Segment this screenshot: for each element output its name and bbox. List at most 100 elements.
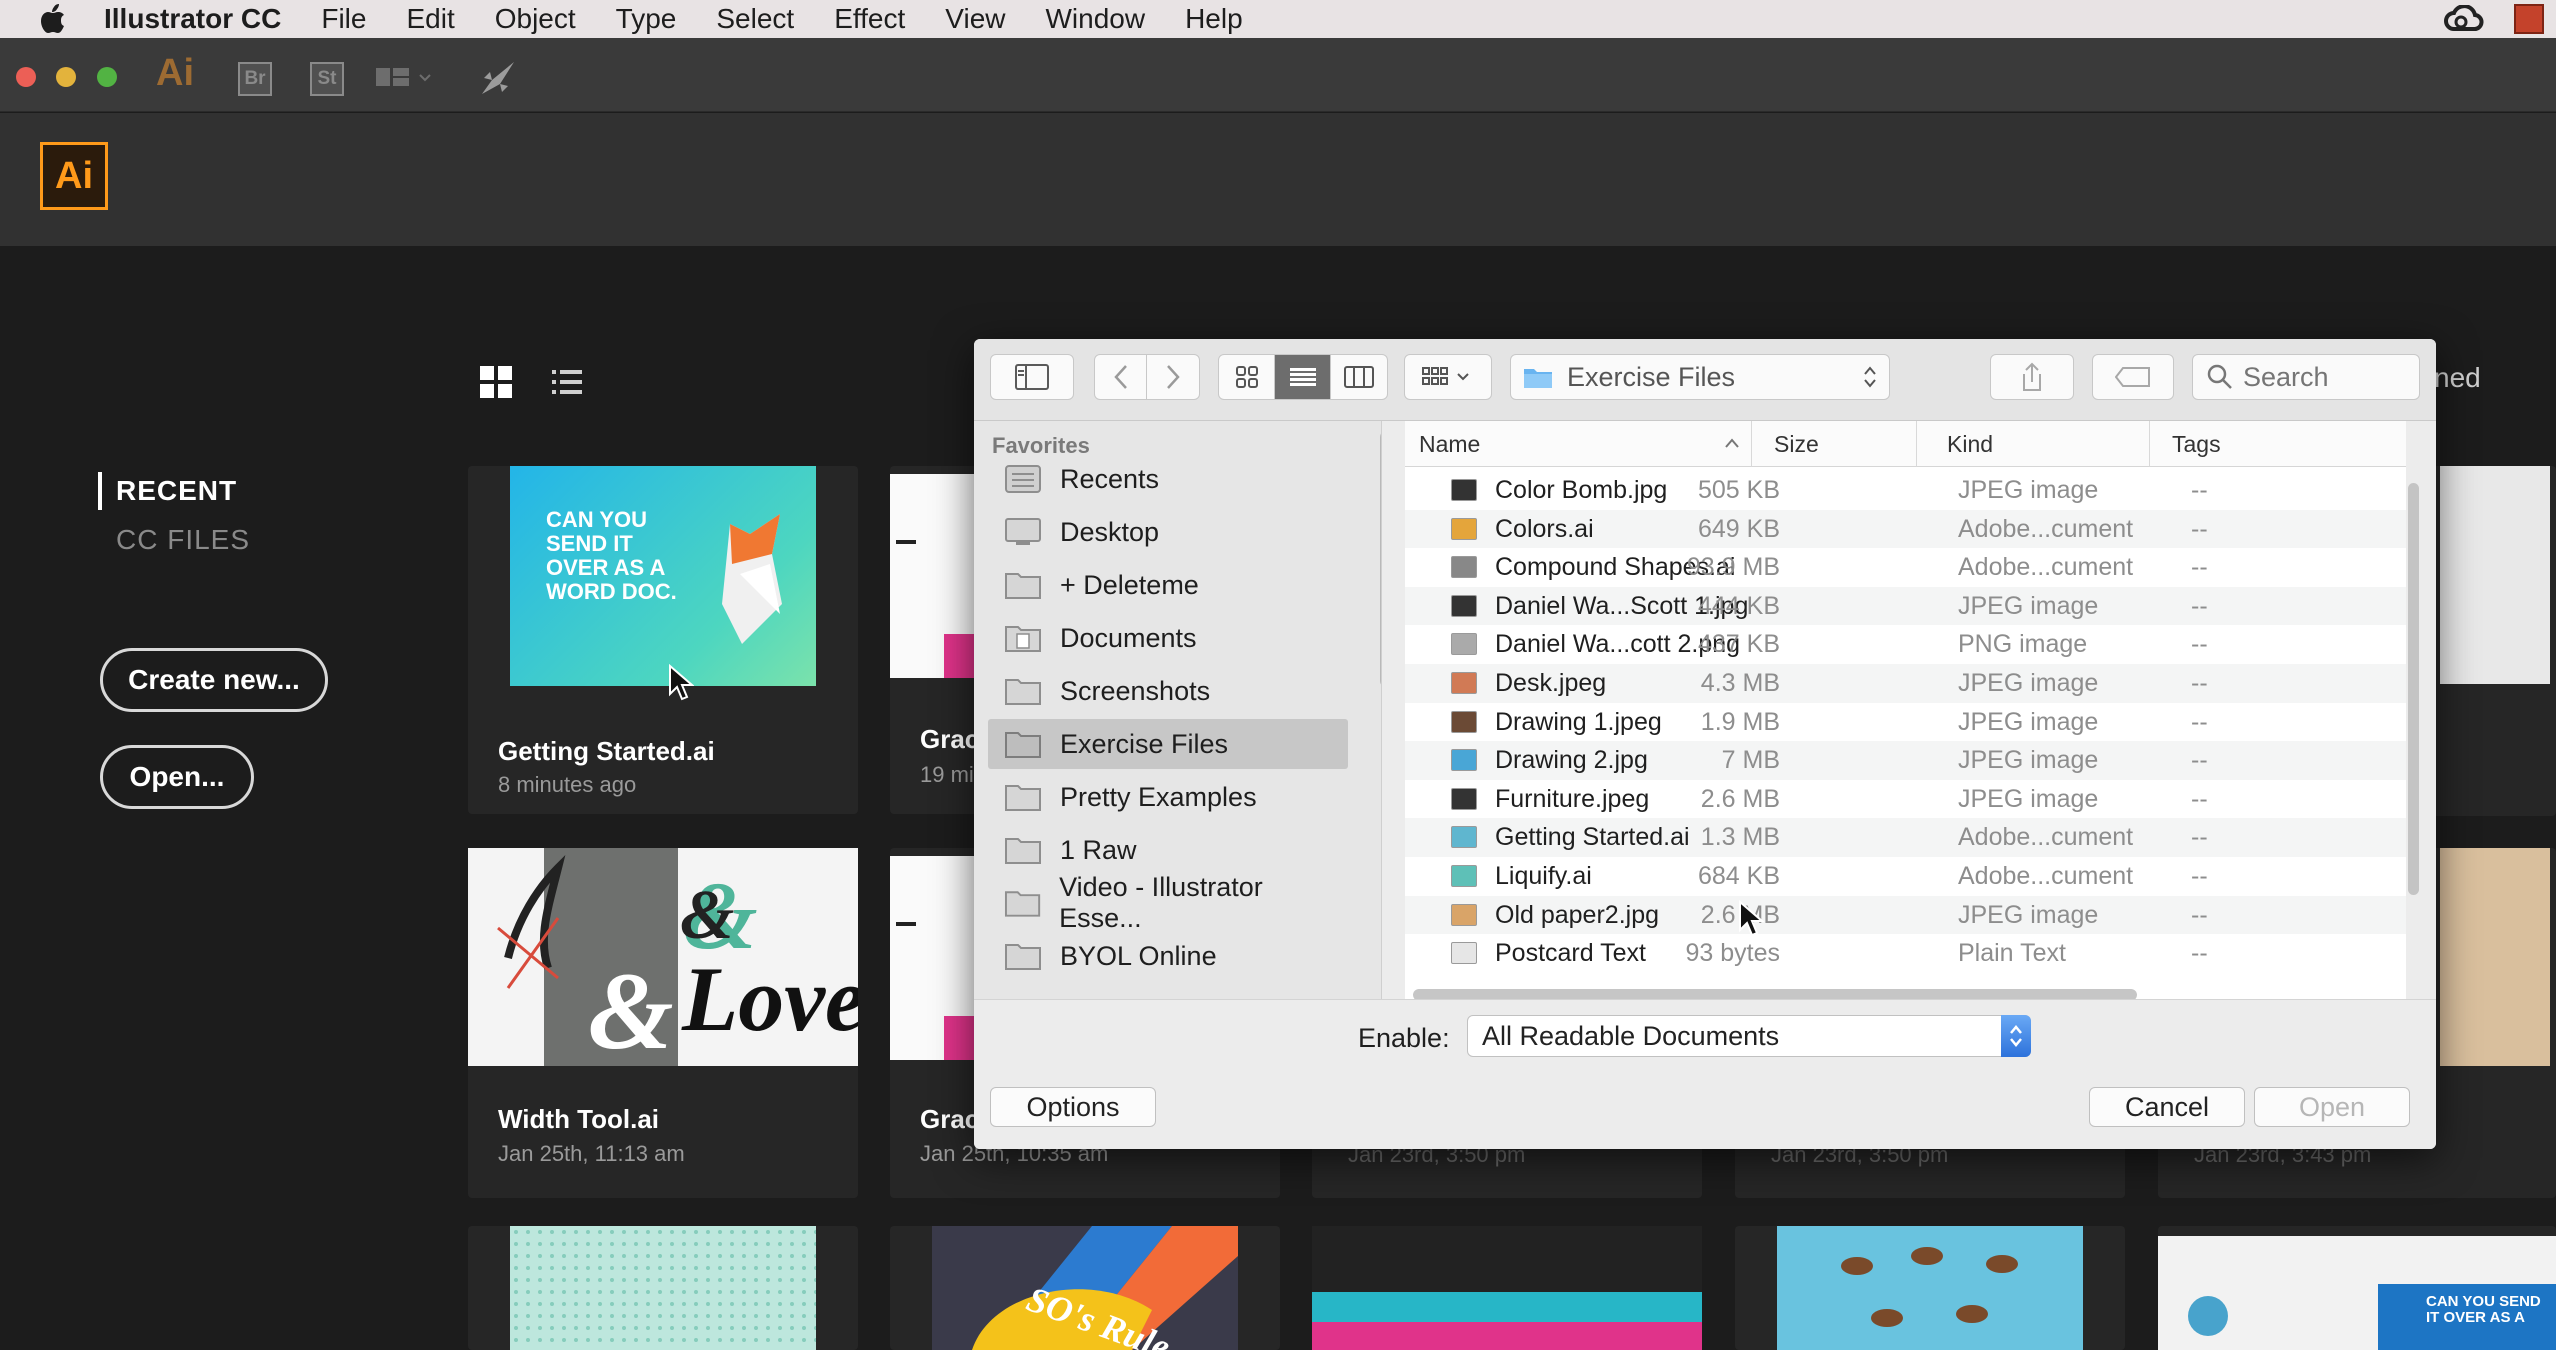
sidebar-item-recents[interactable]: Recents <box>992 454 1346 504</box>
file-size: 1.9 MB <box>1700 707 1780 736</box>
file-row[interactable]: Getting Started.ai 1.3 MB Adobe...cument -- <box>1405 818 2406 857</box>
file-list: Name Size Kind Tags Color Bomb.jpg 505 KB… <box>1405 421 2406 999</box>
sidebar-item-exercise-files[interactable]: Exercise Files <box>988 719 1348 769</box>
file-row[interactable]: Postcard Text 93 bytes Plain Text -- <box>1405 934 2406 973</box>
close-window-button[interactable] <box>16 67 36 87</box>
back-button[interactable] <box>1095 355 1147 399</box>
menu-view[interactable]: View <box>945 0 1005 38</box>
column-view-button[interactable] <box>1331 355 1387 399</box>
file-tags: -- <box>2191 553 2208 582</box>
column-header-name[interactable]: Name <box>1405 421 1752 467</box>
file-row[interactable]: Drawing 1.jpeg 1.9 MB JPEG image -- <box>1405 703 2406 742</box>
file-row[interactable]: Furniture.jpeg 2.6 MB JPEG image -- <box>1405 780 2406 819</box>
file-thumbnail: CAN YOU SEND IT OVER AS A WORD DOC. <box>510 466 816 686</box>
share-button[interactable] <box>1990 354 2074 400</box>
sidebar-scrollbar[interactable] <box>1380 431 1381 687</box>
recent-file-card[interactable]: & & & Love Width Tool.ai Jan 25th, 11:13… <box>468 848 858 1198</box>
horizontal-scrollbar[interactable] <box>1413 989 2137 999</box>
card-title: Width Tool.ai <box>498 1104 660 1134</box>
bridge-button[interactable]: Br <box>238 62 272 96</box>
sidebar-item-documents[interactable]: Documents <box>992 613 1346 663</box>
location-popup[interactable]: Exercise Files <box>1510 354 1890 400</box>
creative-cloud-icon[interactable] <box>2444 4 2484 33</box>
file-thumbnail: CAN YOU SEND IT OVER AS A <box>2158 1236 2556 1350</box>
sidebar-item-screenshots[interactable]: Screenshots <box>992 666 1346 716</box>
file-name: Furniture.jpeg <box>1495 784 1650 813</box>
menu-window[interactable]: Window <box>1045 0 1145 38</box>
menu-select[interactable]: Select <box>716 0 794 38</box>
file-row[interactable]: Daniel Wa...cott 2.png 437 KB PNG image -- <box>1405 625 2406 664</box>
file-row[interactable]: Compound Shapes.ai 93.9 MB Adobe...cument -… <box>1405 548 2406 587</box>
file-thumbnail <box>2440 848 2550 1066</box>
sidebar-item-pretty-examples[interactable]: Pretty Examples <box>992 772 1346 822</box>
file-row[interactable]: Color Bomb.jpg 505 KB JPEG image -- <box>1405 471 2406 510</box>
svg-text:&: & <box>680 877 734 954</box>
file-name: Liquify.ai <box>1495 862 1592 890</box>
thumbnail-text: Love <box>682 948 858 1050</box>
forward-button[interactable] <box>1147 355 1199 399</box>
zoom-window-button[interactable] <box>97 67 117 87</box>
group-by-button[interactable] <box>1404 354 1492 400</box>
gpu-performance-icon[interactable] <box>478 60 518 101</box>
cancel-button[interactable]: Cancel <box>2089 1087 2245 1127</box>
sidebar-item-label: + Deleteme <box>1060 569 1199 600</box>
file-tags: -- <box>2191 823 2208 852</box>
file-name: Colors.ai <box>1495 514 1594 543</box>
nav-recent[interactable]: RECENT <box>98 472 338 510</box>
file-tags: -- <box>2191 784 2208 813</box>
sidebar-item-byol-online[interactable]: BYOL Online <box>992 931 1346 981</box>
open-file-button[interactable]: Open <box>2254 1087 2410 1127</box>
search-field[interactable] <box>2192 354 2420 400</box>
file-row[interactable]: Liquify.ai 684 KB Adobe...cument -- <box>1405 857 2406 896</box>
recent-file-card[interactable]: SO's Rule <box>890 1226 1280 1350</box>
file-thumbnail: & & & Love <box>468 848 858 1066</box>
sidebar-toggle-button[interactable] <box>990 354 1074 400</box>
recent-file-card[interactable] <box>468 1226 858 1350</box>
apple-menu-icon[interactable] <box>36 2 70 36</box>
file-row[interactable]: Drawing 2.jpg 7 MB JPEG image -- <box>1405 741 2406 780</box>
sidebar-item-deleteme[interactable]: + Deleteme <box>992 560 1346 610</box>
create-new-button[interactable]: Create new... <box>100 648 328 712</box>
file-row[interactable]: Daniel Wa...Scott 1.jpg 444 KB JPEG image -… <box>1405 586 2406 626</box>
menu-effect[interactable]: Effect <box>834 0 905 38</box>
sidebar-item-video[interactable]: Video - Illustrator Esse... <box>992 872 1346 933</box>
file-row[interactable]: Desk.jpeg 4.3 MB JPEG image -- <box>1405 664 2406 703</box>
tags-button[interactable] <box>2092 354 2174 400</box>
arrange-documents-icon[interactable] <box>376 66 438 95</box>
file-row[interactable]: Colors.ai 649 KB Adobe...cument -- <box>1405 509 2406 549</box>
search-input[interactable] <box>2243 361 2403 393</box>
menu-type[interactable]: Type <box>616 0 677 38</box>
recent-file-card[interactable] <box>1735 1226 2125 1350</box>
column-header-kind[interactable]: Kind <box>1917 421 2150 467</box>
open-button[interactable]: Open... <box>100 745 254 809</box>
grid-view-icon[interactable] <box>480 366 512 398</box>
sidebar-item-1-raw[interactable]: 1 Raw <box>992 825 1346 875</box>
column-header-tags[interactable]: Tags <box>2150 421 2406 467</box>
file-size: 649 KB <box>1697 514 1780 543</box>
recent-file-card[interactable]: CAN YOU SEND IT OVER AS A <box>2158 1226 2556 1350</box>
file-size: 437 KB <box>1697 630 1780 659</box>
stock-button[interactable]: St <box>310 62 344 96</box>
vertical-scrollbar[interactable] <box>2406 469 2420 909</box>
menu-object[interactable]: Object <box>495 0 576 38</box>
menu-help[interactable]: Help <box>1185 0 1243 38</box>
file-thumbnail-icon <box>1451 787 1477 810</box>
folder-icon <box>1005 679 1041 705</box>
recent-file-card[interactable]: CAN YOU SEND IT OVER AS A WORD DOC. Gett… <box>468 466 858 814</box>
column-header-size[interactable]: Size <box>1752 421 1917 467</box>
file-thumbnail: SO's Rule <box>932 1226 1238 1350</box>
updown-chevron-icon <box>2001 1015 2031 1057</box>
enable-format-select[interactable]: All Readable Documents <box>1467 1015 2031 1057</box>
minimize-window-button[interactable] <box>56 67 76 87</box>
menu-app-name[interactable]: Illustrator CC <box>104 0 281 38</box>
recent-file-card[interactable] <box>1312 1226 1702 1350</box>
menu-edit[interactable]: Edit <box>406 0 454 38</box>
list-view-icon[interactable] <box>552 368 582 401</box>
file-row[interactable]: Old paper2.jpg 2.6 MB JPEG image -- <box>1405 895 2406 935</box>
sidebar-item-desktop[interactable]: Desktop <box>992 507 1346 557</box>
icon-view-button[interactable] <box>1219 355 1275 399</box>
menu-file[interactable]: File <box>321 0 366 38</box>
options-button[interactable]: Options <box>990 1087 1156 1127</box>
nav-cc-files[interactable]: CC FILES <box>116 524 356 556</box>
list-view-button[interactable] <box>1275 355 1331 399</box>
